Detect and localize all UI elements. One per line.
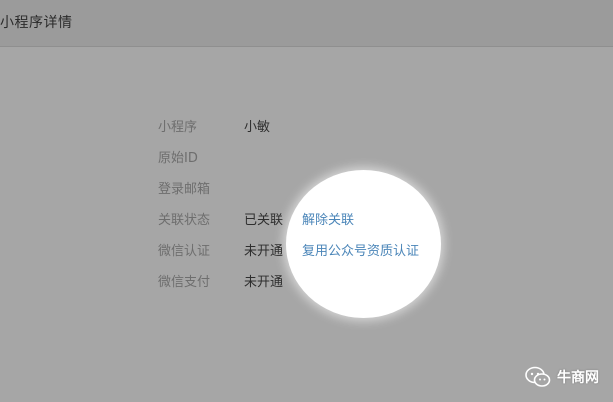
detail-label: 微信支付 (158, 275, 211, 290)
detail-label: 关联状态 (158, 213, 211, 228)
detail-value: 未开通 (244, 275, 284, 290)
detail-label: 微信认证 (158, 244, 211, 259)
detail-value: 小敏 (244, 120, 271, 135)
detail-label: 小程序 (158, 120, 198, 135)
detail-value: 未开通 (244, 244, 284, 259)
page-header: 小程序详情 (0, 0, 613, 47)
reuse-certification-link[interactable]: 复用公众号资质认证 (302, 240, 419, 259)
wechat-icon (525, 366, 551, 387)
detail-label: 原始ID (158, 151, 198, 166)
watermark: 牛商网 (525, 366, 599, 388)
detail-label: 登录邮箱 (158, 182, 211, 197)
watermark-text: 牛商网 (557, 370, 599, 386)
detail-value: 已关联 (244, 213, 284, 228)
page-title: 小程序详情 (0, 15, 73, 31)
unlink-button[interactable]: 解除关联 (302, 209, 354, 228)
